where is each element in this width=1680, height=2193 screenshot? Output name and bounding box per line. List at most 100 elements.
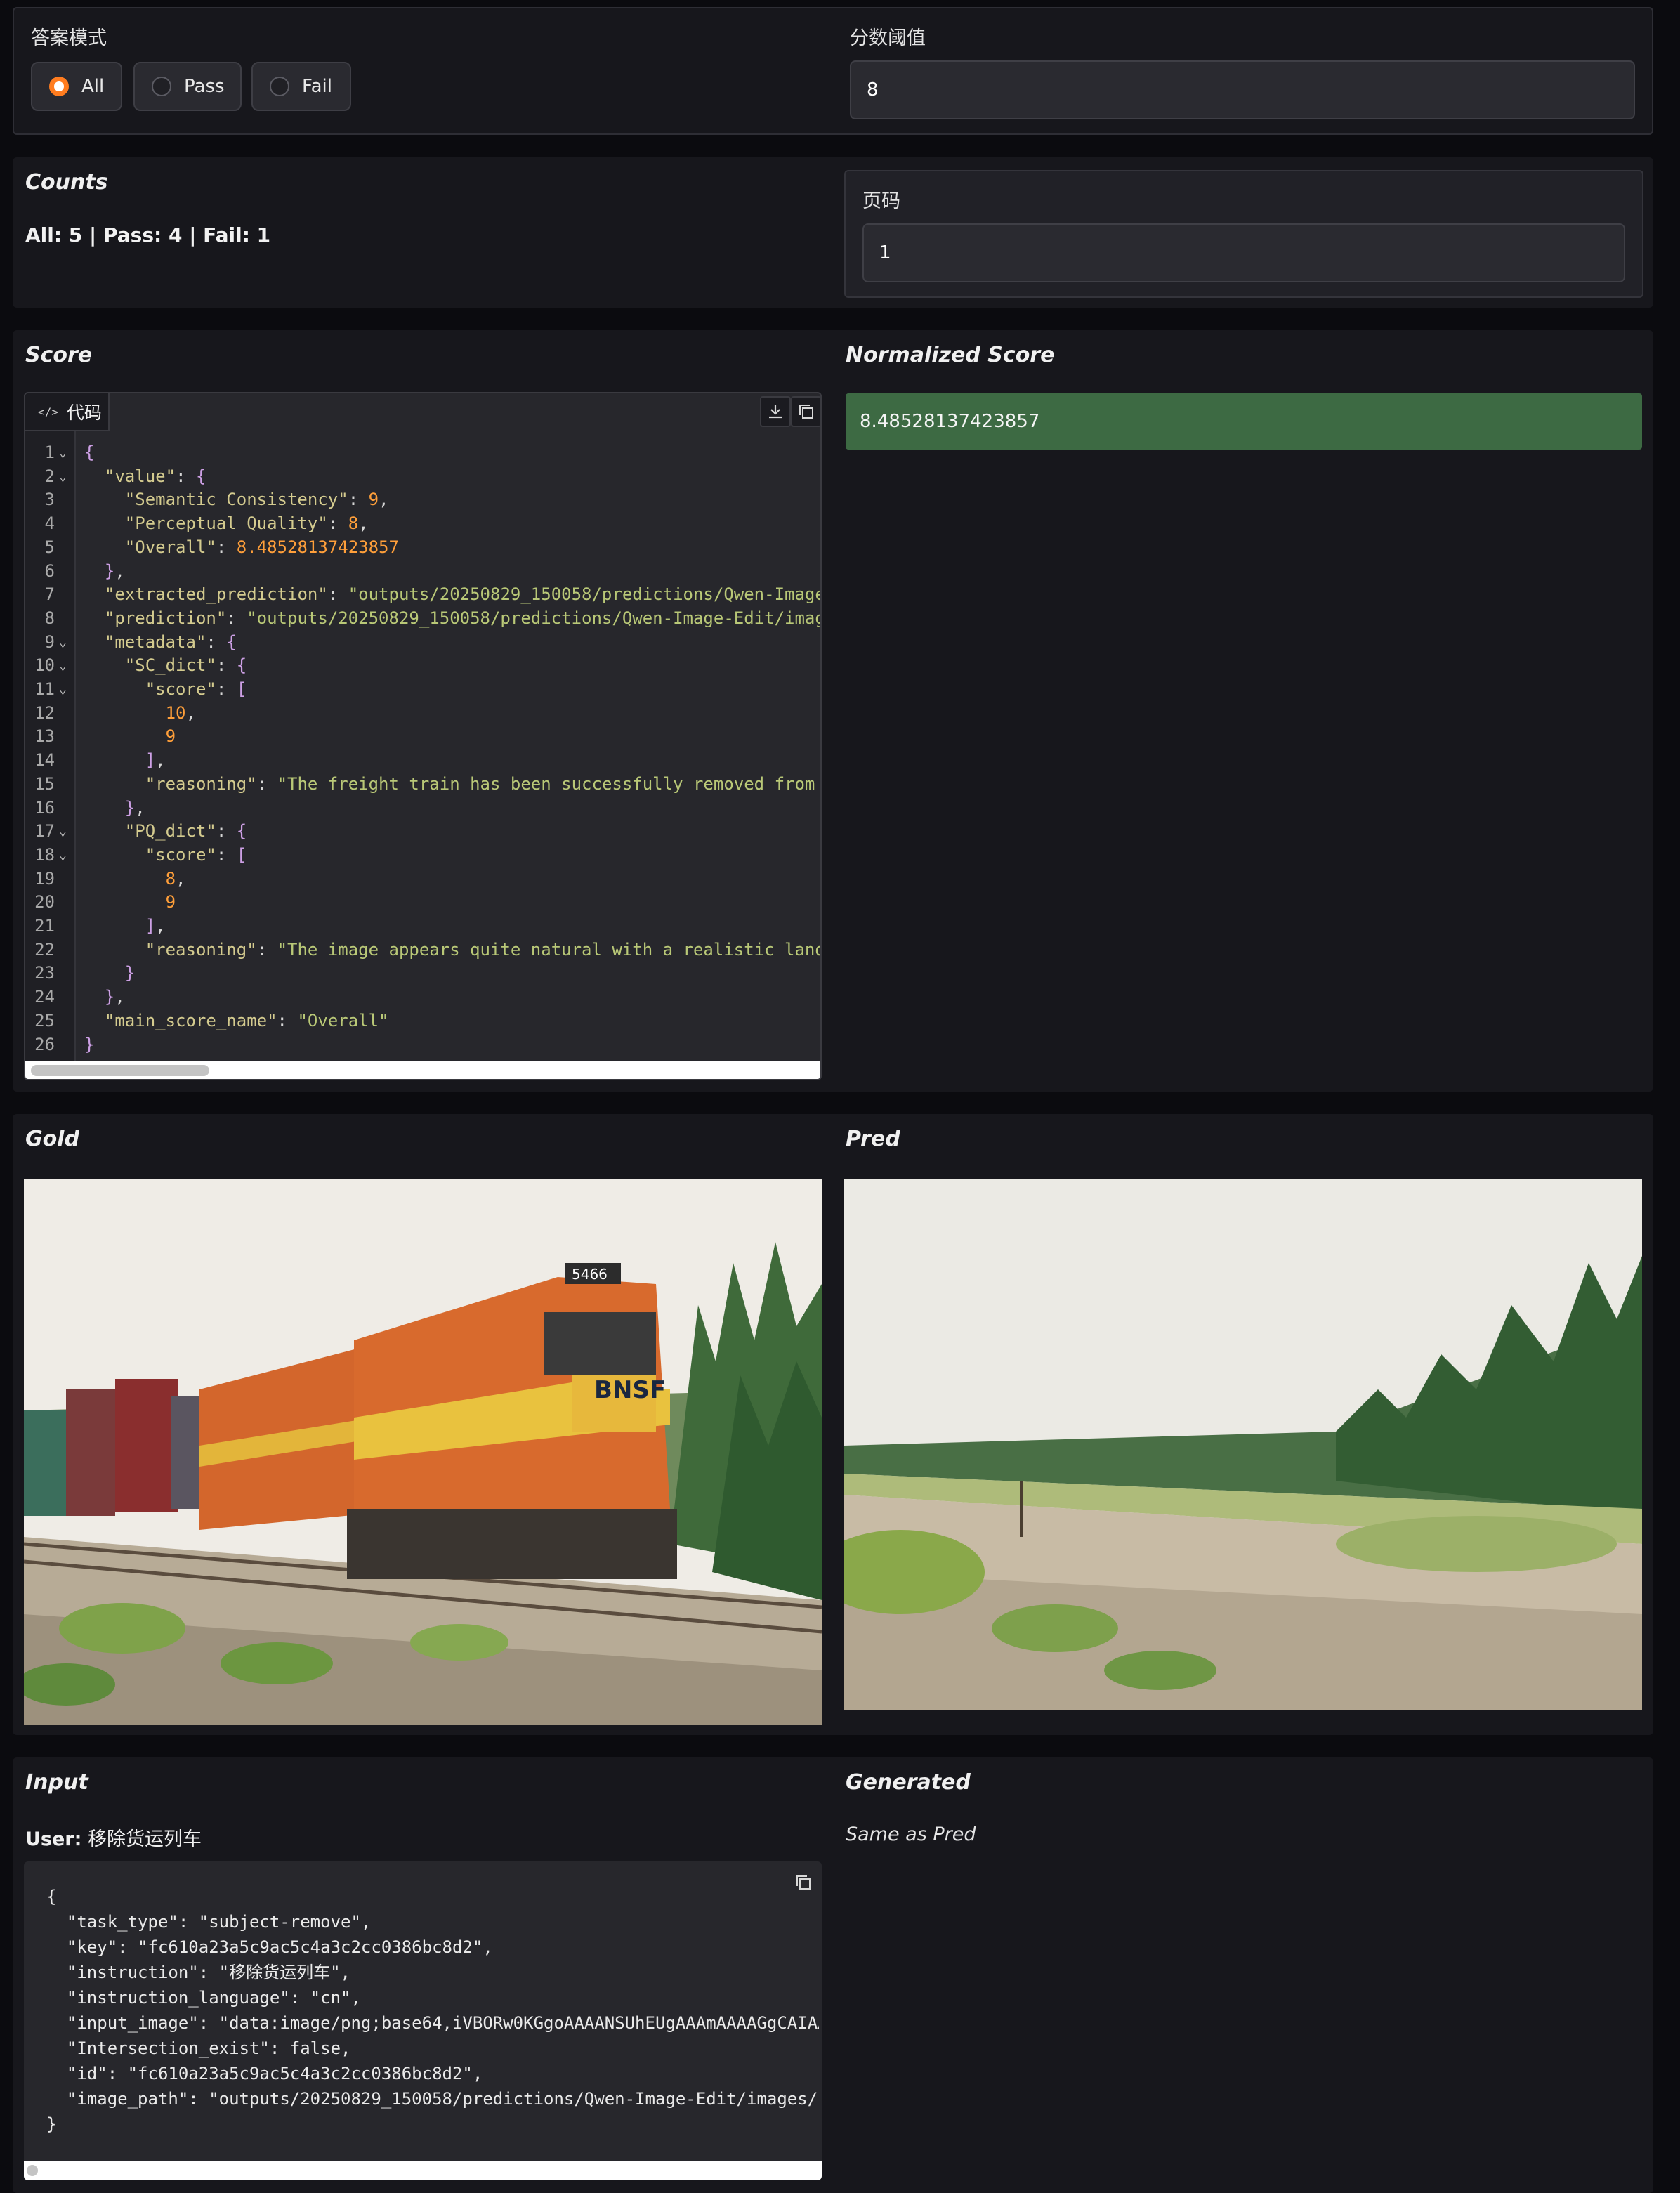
counts-text: All: 5 | Pass: 4 | Fail: 1 bbox=[25, 223, 271, 247]
fold-chevron-icon[interactable] bbox=[59, 512, 73, 536]
normalized-score-value: 8.48528137423857 bbox=[846, 393, 1642, 450]
fold-chevron-icon[interactable] bbox=[59, 773, 73, 797]
fold-chevron-icon[interactable] bbox=[59, 536, 73, 560]
page-input[interactable]: 1 bbox=[862, 223, 1625, 282]
code-line: } bbox=[84, 1034, 95, 1054]
code-line: 9 bbox=[165, 726, 176, 747]
fold-chevron-icon[interactable] bbox=[59, 962, 73, 986]
code-tab-icon: </> bbox=[38, 405, 58, 419]
line-number: 10 bbox=[34, 655, 55, 676]
line-number: 7 bbox=[44, 584, 55, 605]
score-title: Score bbox=[25, 343, 93, 367]
fold-chevron-icon[interactable] bbox=[59, 868, 73, 891]
input-json-line: "instruction_language": "cn", bbox=[46, 1988, 361, 2008]
radio-all-label: All bbox=[81, 76, 105, 97]
line-number: 26 bbox=[34, 1034, 55, 1054]
code-tab[interactable]: </> 代码 bbox=[25, 393, 110, 431]
fold-chevron-icon[interactable] bbox=[59, 1033, 73, 1057]
fold-chevron-icon[interactable] bbox=[59, 560, 73, 584]
code-line: }, bbox=[124, 797, 145, 818]
pred-title: Pred bbox=[846, 1127, 900, 1151]
fold-chevron-icon[interactable] bbox=[59, 583, 73, 607]
code-line: "score": [ bbox=[145, 844, 247, 865]
code-line: "reasoning": "The freight train has been… bbox=[145, 773, 815, 794]
answer-mode-label: 答案模式 bbox=[31, 27, 107, 49]
fold-chevron-icon[interactable] bbox=[59, 607, 73, 631]
page-label: 页码 bbox=[862, 190, 900, 212]
input-json-line: "image_path": "outputs/20250829_150058/p… bbox=[46, 2089, 819, 2109]
generated-text: Same as Pred bbox=[846, 1824, 976, 1845]
counts-title: Counts bbox=[25, 170, 108, 195]
line-number: 11 bbox=[34, 679, 55, 700]
code-scrollbar[interactable] bbox=[25, 1061, 820, 1079]
fold-chevron-icon[interactable]: ⌄ bbox=[59, 654, 73, 678]
score-threshold-label: 分数阈值 bbox=[850, 27, 926, 49]
code-line: "prediction": "outputs/20250829_150058/p… bbox=[104, 608, 822, 628]
line-number: 17 bbox=[34, 821, 55, 842]
fold-chevron-icon[interactable] bbox=[59, 986, 73, 1009]
pred-image bbox=[844, 1179, 1642, 1710]
code-line: 8, bbox=[165, 868, 186, 889]
line-number: 13 bbox=[34, 726, 55, 747]
radio-fail[interactable]: Fail bbox=[251, 62, 351, 111]
fold-markers: ⌄ ⌄ ⌄ ⌄ ⌄ ⌄ ⌄ bbox=[59, 441, 73, 1056]
line-number: 2 bbox=[44, 466, 55, 486]
input-json-line: "Intersection_exist": false, bbox=[46, 2038, 351, 2058]
generated-title: Generated bbox=[846, 1770, 971, 1795]
input-json-line: "key": "fc610a23a5c9ac5c4a3c2cc0386bc8d2… bbox=[46, 1937, 493, 1957]
fold-chevron-icon[interactable]: ⌄ bbox=[59, 820, 73, 844]
download-icon[interactable] bbox=[760, 396, 791, 427]
line-number: 19 bbox=[34, 868, 55, 889]
score-threshold-input[interactable]: 8 bbox=[850, 60, 1635, 119]
line-number: 20 bbox=[34, 892, 55, 912]
fold-chevron-icon[interactable] bbox=[59, 1009, 73, 1033]
fold-chevron-icon[interactable] bbox=[59, 891, 73, 915]
line-number: 23 bbox=[34, 963, 55, 983]
input-json-line: "task_type": "subject-remove", bbox=[46, 1912, 372, 1932]
radio-pass-indicator bbox=[152, 77, 171, 96]
code-line: { bbox=[84, 443, 95, 462]
code-tab-label: 代码 bbox=[66, 402, 102, 423]
input-json-line: } bbox=[46, 2114, 57, 2134]
input-scrollbar-thumb[interactable] bbox=[27, 2165, 38, 2176]
fold-chevron-icon[interactable] bbox=[59, 702, 73, 726]
fold-chevron-icon[interactable]: ⌄ bbox=[59, 844, 73, 868]
input-scrollbar[interactable] bbox=[24, 2161, 822, 2180]
radio-pass[interactable]: Pass bbox=[133, 62, 242, 111]
fold-chevron-icon[interactable]: ⌄ bbox=[59, 441, 73, 465]
input-json-line: "input_image": "data:image/png;base64,iV… bbox=[46, 2013, 819, 2033]
code-scrollbar-thumb[interactable] bbox=[31, 1065, 209, 1076]
input-json-block: { "task_type": "subject-remove", "key": … bbox=[24, 1861, 822, 2180]
code-line: "metadata": { bbox=[104, 631, 237, 652]
input-title: Input bbox=[25, 1770, 88, 1795]
line-number: 24 bbox=[34, 987, 55, 1007]
code-lines: { "value": { "Semantic Consistency": 9, … bbox=[84, 441, 822, 1056]
code-editor: </> 代码 1 2 3 4 5 6 7 8 9 10 11 12 13 14 15 16 17 18 19 20 21… bbox=[24, 392, 822, 1080]
code-line: "score": [ bbox=[145, 679, 247, 700]
fold-chevron-icon[interactable] bbox=[59, 488, 73, 512]
line-number: 1 bbox=[44, 443, 55, 462]
code-line: 9 bbox=[165, 892, 176, 912]
line-number: 4 bbox=[44, 513, 55, 534]
code-line: } bbox=[124, 963, 136, 983]
fold-chevron-icon[interactable] bbox=[59, 749, 73, 773]
fold-chevron-icon[interactable] bbox=[59, 938, 73, 962]
copy-icon[interactable] bbox=[791, 396, 820, 427]
line-number: 25 bbox=[34, 1010, 55, 1030]
input-user-text: 移除货运列车 bbox=[88, 1828, 202, 1850]
radio-all[interactable]: All bbox=[31, 62, 122, 111]
fold-chevron-icon[interactable] bbox=[59, 797, 73, 820]
line-number: 9 bbox=[44, 631, 55, 652]
code-line: }, bbox=[104, 987, 125, 1007]
code-line: "Perceptual Quality": 8, bbox=[124, 513, 369, 534]
fold-chevron-icon[interactable]: ⌄ bbox=[59, 631, 73, 655]
radio-all-indicator bbox=[49, 77, 69, 96]
code-line: "reasoning": "The image appears quite na… bbox=[145, 939, 822, 960]
fold-chevron-icon[interactable]: ⌄ bbox=[59, 465, 73, 489]
input-user-prefix: User: bbox=[25, 1828, 82, 1850]
fold-chevron-icon[interactable] bbox=[59, 725, 73, 749]
input-user-line: User: 移除货运列车 bbox=[25, 1824, 202, 1851]
fold-chevron-icon[interactable] bbox=[59, 915, 73, 938]
line-number: 14 bbox=[34, 750, 55, 771]
fold-chevron-icon[interactable]: ⌄ bbox=[59, 678, 73, 702]
